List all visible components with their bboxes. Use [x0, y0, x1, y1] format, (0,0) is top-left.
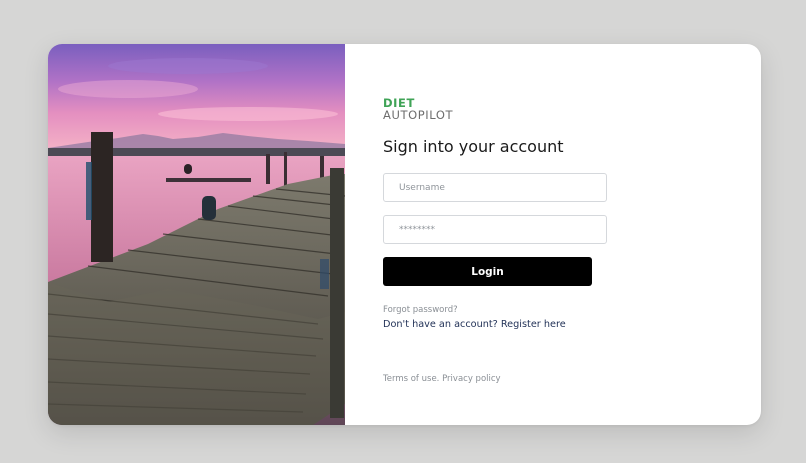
terms-of-use-link[interactable]: Terms of use.	[383, 374, 439, 384]
hero-image	[48, 44, 345, 425]
username-input[interactable]	[383, 173, 607, 202]
brand-logo: DIET AUTOPILOT	[383, 97, 453, 121]
brand-logo-line2: AUTOPILOT	[383, 108, 454, 122]
login-card: DIET AUTOPILOT Sign into your account Lo…	[48, 44, 761, 425]
legal-links: Terms of use. Privacy policy	[383, 374, 501, 384]
password-input[interactable]	[383, 215, 607, 244]
page-title: Sign into your account	[383, 137, 564, 156]
login-panel: DIET AUTOPILOT Sign into your account Lo…	[345, 44, 761, 425]
register-link[interactable]: Don't have an account? Register here	[383, 319, 566, 330]
privacy-policy-link[interactable]: Privacy policy	[442, 374, 501, 384]
login-button[interactable]: Login	[383, 257, 592, 286]
forgot-password-link[interactable]: Forgot password?	[383, 305, 458, 315]
